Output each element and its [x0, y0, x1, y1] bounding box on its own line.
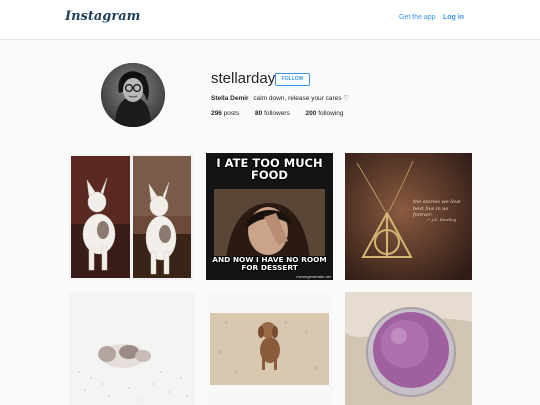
- get-the-app-link[interactable]: Get the app: [399, 14, 436, 21]
- followers-stat[interactable]: 80 followers: [255, 110, 290, 117]
- quote-author: ~ J.K. Rowling: [427, 217, 457, 222]
- profile-bio: Stella Demir calm down, release your car…: [211, 94, 349, 102]
- post-thumbnail-sleeping-cat[interactable]: [69, 292, 195, 405]
- posts-count: 296: [211, 110, 222, 117]
- post-thumbnail-meme[interactable]: I ATE TOO MUCH FOOD AND NOW I HAVE NO RO…: [206, 153, 333, 280]
- followers-label: followers: [264, 110, 290, 117]
- post-thumbnail-cats[interactable]: [69, 154, 193, 280]
- posts-stat: 296 posts: [211, 110, 239, 117]
- profile-bio-text: calm down, release your cares ♡: [253, 95, 350, 102]
- instagram-logo[interactable]: Instagram: [65, 9, 140, 24]
- posts-label: posts: [223, 110, 240, 117]
- meme-top-text: I ATE TOO MUCH FOOD: [216, 156, 323, 183]
- profile-username: stellarday: [211, 70, 276, 87]
- post-thumbnail-dog[interactable]: [206, 292, 333, 405]
- meme-credit: memegenerator.net: [296, 274, 331, 279]
- profile-full-name: Stella Demir: [211, 95, 249, 102]
- top-navigation-bar: Instagram Get the app Log in: [0, 0, 540, 40]
- log-in-link[interactable]: Log in: [443, 14, 464, 21]
- following-count: 200: [305, 110, 317, 117]
- post-thumbnail-necklace[interactable]: the stories we love best live in us fore…: [345, 153, 472, 280]
- post-thumbnail-smoothie[interactable]: [345, 292, 472, 405]
- profile-stats: 296 posts 80 followers 200 following: [211, 110, 358, 117]
- following-stat[interactable]: 200 following: [306, 110, 344, 117]
- followers-count: 80: [255, 110, 263, 117]
- meme-bottom-text: AND NOW I HAVE NO ROOM FOR DESSERT: [212, 255, 327, 272]
- following-label: following: [318, 110, 344, 117]
- profile-avatar: [101, 63, 165, 127]
- quote-text: the stories we love best live in us fore…: [413, 199, 461, 218]
- follow-button[interactable]: FOLLOW: [275, 73, 310, 86]
